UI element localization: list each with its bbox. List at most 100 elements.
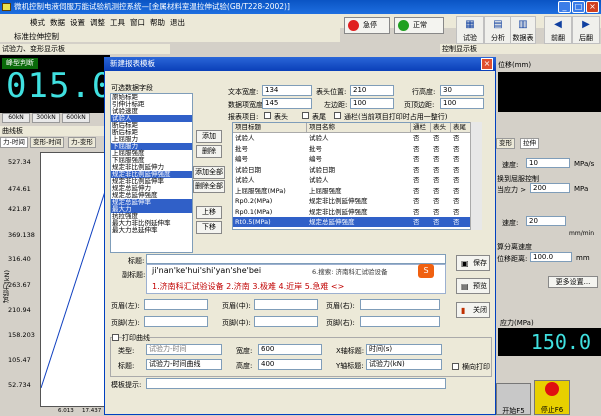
range-600kn-button[interactable]: 600kN — [62, 113, 90, 123]
curve-title-label: 标题: — [118, 362, 135, 370]
preview-button[interactable]: ▤ 预览 — [456, 278, 490, 294]
available-fields-list[interactable]: 原始标距 引伸计标距 试验速度 试验人 断后标距 断后标距 上屈服力 下屈服力 上屈服强度 下屈服… — [110, 93, 193, 253]
tab-tension-control[interactable]: 拉伸 — [520, 138, 539, 149]
stress-threshold-input[interactable]: 200 — [530, 183, 570, 193]
column-header-name[interactable]: 项目名称 — [307, 123, 411, 133]
y-axis-title-input[interactable]: 试验力(kN) — [366, 359, 442, 370]
test-button[interactable]: ▦ 试验 — [456, 16, 484, 44]
table-cell: 试验人 — [309, 176, 329, 184]
y-axis-title-label: Y轴标题: — [336, 362, 364, 370]
landscape-checkbox[interactable] — [452, 363, 459, 370]
table-row[interactable]: Rt0.5(MPa) 规定总延伸强度 否 否 否 — [233, 217, 471, 227]
range-60kn-button[interactable]: 60kN — [2, 113, 30, 123]
report-items-table[interactable]: 项目标题 项目名称 通栏 表头 表尾 试验人 试验人否否否批号 批号否否否编号 编号否… — [232, 122, 482, 230]
delete-all-button[interactable]: 删除全部 — [193, 180, 225, 193]
text-width-input[interactable]: 134 — [262, 85, 312, 96]
speed2-input[interactable]: 20 — [526, 216, 566, 226]
menu-window[interactable]: 窗口 — [130, 17, 145, 28]
save-button[interactable]: ▣ 保存 — [456, 255, 490, 271]
header-mid-input[interactable] — [254, 299, 318, 310]
start-button[interactable]: 开始F5 — [496, 383, 531, 415]
table-row[interactable]: 编号 编号 否 否 否 — [233, 154, 471, 164]
emergency-stop-label: 急停 — [363, 21, 377, 29]
row-height-input[interactable]: 30 — [440, 85, 484, 96]
header-right-input[interactable] — [360, 299, 440, 310]
column-header-title[interactable]: 项目标题 — [233, 123, 307, 133]
maximize-button[interactable]: □ — [572, 1, 585, 13]
prev-button[interactable]: ◀ 前翻 — [544, 16, 572, 44]
add-button[interactable]: 添加 — [196, 130, 222, 143]
dialog-close-btn[interactable]: ▮ 关闭 — [456, 302, 490, 318]
menu-mode[interactable]: 模式 — [30, 17, 45, 28]
column-header-header[interactable]: 表头 — [431, 123, 451, 133]
curve-title-input[interactable]: 试验力-时间曲线 — [146, 359, 222, 370]
footer-mid-input[interactable] — [254, 316, 318, 327]
close-button[interactable]: × — [586, 1, 599, 13]
delete-button[interactable]: 删除 — [196, 145, 222, 158]
ime-search-suggestion[interactable]: 6.搜索: 济南科汇试验设备 — [312, 266, 387, 276]
tab-force-deform[interactable]: 力-变形 — [68, 137, 96, 148]
header-checkbox[interactable] — [264, 112, 271, 119]
column-header-span[interactable]: 通栏 — [411, 123, 431, 133]
minimize-button[interactable]: _ — [558, 1, 571, 13]
force-deform-panel-header: 试验力、变形显示板 — [0, 44, 170, 54]
curve-type-select[interactable]: 试验力-时间 — [146, 344, 222, 355]
force-time-plot — [40, 152, 112, 407]
data-width-input[interactable]: 145 — [262, 98, 312, 109]
table-row[interactable]: Rp0.2(MPa) 规定非比例延伸强度 否 否 否 — [233, 196, 471, 206]
table-row[interactable]: 试验人 试验人 否 否 否 — [233, 133, 471, 143]
range-300kn-button[interactable]: 300kN — [32, 113, 60, 123]
span-checkbox[interactable] — [334, 112, 341, 119]
print-curve-checkbox[interactable] — [112, 334, 119, 341]
table-row[interactable]: Rp0.1(MPa) 规定非比例延伸强度 否 否 否 — [233, 207, 471, 217]
curve-height-input[interactable]: 400 — [258, 359, 322, 370]
table-scrollbar[interactable] — [470, 122, 482, 230]
speed-input[interactable]: 10 — [526, 158, 570, 168]
footer-checkbox[interactable] — [302, 112, 309, 119]
menu-tools[interactable]: 工具 — [110, 17, 125, 28]
template-hint-input[interactable] — [146, 378, 446, 389]
test-icon: ▦ — [465, 19, 475, 30]
menu-data[interactable]: 数据 — [50, 17, 65, 28]
move-up-button[interactable]: 上移 — [196, 206, 222, 219]
header-position-input[interactable]: 210 — [350, 85, 394, 96]
x-axis-title-input[interactable]: 时间(s) — [366, 344, 442, 355]
analysis-button[interactable]: ▤ 分析 — [484, 16, 512, 44]
add-all-button[interactable]: 添加全部 — [193, 166, 225, 179]
ime-pinyin: ji'nan'ke'hui'shi'yan'she'bei — [152, 266, 262, 275]
top-margin-input[interactable]: 100 — [440, 98, 484, 109]
footer-right-input[interactable] — [360, 316, 440, 327]
table-row[interactable]: 批号 批号 否 否 否 — [233, 144, 471, 154]
normal-status-indicator[interactable]: 正常 — [394, 17, 444, 34]
next-button[interactable]: ▶ 后翻 — [572, 16, 600, 44]
table-row[interactable]: 试验人 试验人 否 否 否 — [233, 175, 471, 185]
normal-status-label: 正常 — [413, 21, 427, 29]
menu-adjust[interactable]: 调整 — [90, 17, 105, 28]
more-settings-button[interactable]: 更多设置... — [548, 276, 598, 288]
table-row[interactable]: 试验日期 试验日期 否 否 否 — [233, 165, 471, 175]
tab-force-time[interactable]: 力-时间 — [0, 137, 28, 148]
database-button[interactable]: ▥ 数据表 — [510, 16, 536, 44]
emergency-stop-indicator[interactable]: 急停 — [344, 17, 390, 34]
move-down-button[interactable]: 下移 — [196, 221, 222, 234]
curve-width-input[interactable]: 600 — [258, 344, 322, 355]
left-margin-input[interactable]: 100 — [350, 98, 394, 109]
dialog-close-button[interactable]: × — [481, 58, 493, 70]
table-cell: 规定总延伸强度 — [309, 218, 355, 226]
control-mode-label: 标准拉伸控制 — [14, 32, 59, 41]
table-row[interactable]: 上屈服强度(MPa) 上屈服强度 否 否 否 — [233, 186, 471, 196]
ime-candidates[interactable]: 1.济南科汇试验设备 2.济南 3.极难 4.近岸 5.急难 <> — [152, 281, 344, 292]
menu-help[interactable]: 帮助 — [150, 17, 165, 28]
tab-deform-time[interactable]: 变形-时间 — [30, 137, 65, 148]
menu-settings[interactable]: 设置 — [70, 17, 85, 28]
column-header-footer[interactable]: 表尾 — [451, 123, 471, 133]
tab-deform-control[interactable]: 变形 — [496, 138, 515, 149]
title-label: 标题: — [128, 257, 145, 265]
footer-left-input[interactable] — [144, 316, 208, 327]
header-left-input[interactable] — [144, 299, 208, 310]
title-input[interactable] — [146, 254, 446, 264]
table-cell: 否 — [453, 218, 460, 226]
field-list-item[interactable]: 最大力总延伸率 — [111, 227, 192, 234]
distance-input[interactable]: 100.0 — [530, 252, 572, 262]
menu-exit[interactable]: 退出 — [170, 17, 185, 28]
